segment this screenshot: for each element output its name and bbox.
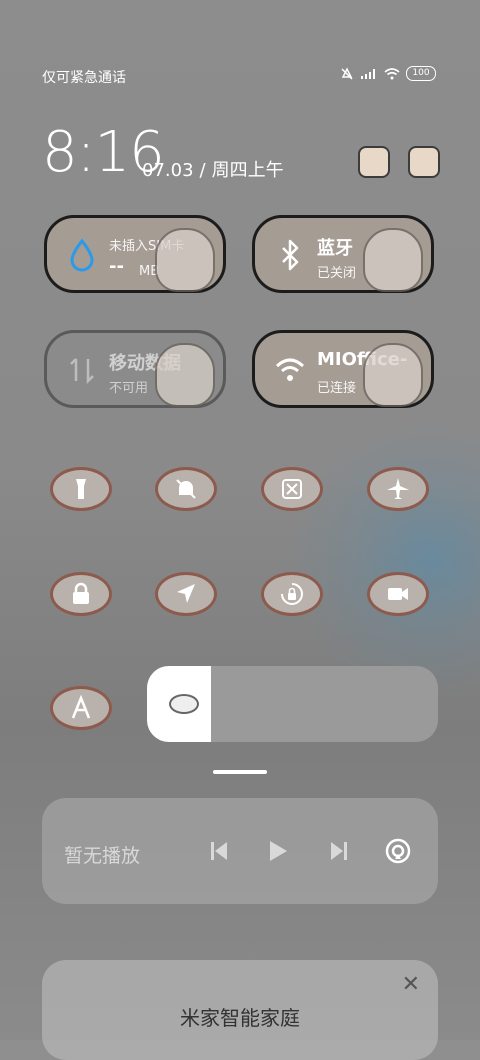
- lock-screen-button[interactable]: [50, 572, 112, 616]
- airplane-icon: [387, 478, 409, 499]
- tile-bluetooth[interactable]: 蓝牙 已关闭: [252, 215, 434, 293]
- media-player: 暂无播放: [42, 798, 438, 904]
- flashlight-icon: [76, 479, 86, 499]
- mute-icon: [341, 66, 353, 80]
- smart-home-title: 米家智能家庭: [180, 1006, 300, 1030]
- close-icon[interactable]: ✕: [402, 972, 420, 997]
- tile-bluetooth-status: 已关闭: [317, 266, 357, 281]
- mobile-data-icon: [65, 353, 99, 387]
- play-icon: [270, 841, 287, 861]
- tile-data-value: --: [109, 256, 124, 277]
- tile-wifi[interactable]: MIOffice- 已连接: [252, 330, 434, 408]
- date-value: 07.03: [142, 160, 194, 181]
- tile-data-usage[interactable]: 未插入SIM卡 -- MB: [44, 215, 226, 293]
- settings-icon[interactable]: [408, 146, 440, 178]
- lock-screen-icon: [73, 582, 89, 604]
- sticker-decoration: [155, 343, 215, 407]
- tile-bluetooth-title: 蓝牙: [317, 238, 353, 259]
- screen-record-icon: [388, 588, 408, 600]
- data-drop-icon: [65, 238, 99, 272]
- wifi-icon: [384, 67, 400, 79]
- screen-record-button[interactable]: [367, 572, 429, 616]
- previous-button[interactable]: [204, 836, 234, 866]
- location-icon: [177, 584, 195, 603]
- cast-button[interactable]: [383, 836, 413, 866]
- brightness-handle-icon[interactable]: [169, 694, 199, 714]
- date-separator: /: [199, 160, 206, 181]
- date-text: 07.03/周四上午: [142, 156, 284, 182]
- status-bar: 仅可紧急通话 100: [42, 66, 436, 88]
- sticker-decoration: [363, 228, 423, 292]
- tile-mobile-data[interactable]: 移动数据 不可用: [44, 330, 226, 408]
- airplane-button[interactable]: [367, 467, 429, 511]
- silent-button[interactable]: [155, 467, 217, 511]
- rotation-lock-button[interactable]: [261, 572, 323, 616]
- tile-mobile-data-status: 不可用: [109, 381, 149, 396]
- previous-icon: [211, 842, 227, 860]
- cast-icon: [385, 838, 411, 864]
- rotation-lock-icon: [281, 583, 303, 605]
- media-status-label: 暂无播放: [64, 845, 141, 867]
- signal-icon: [361, 68, 375, 79]
- status-icons: 100: [340, 66, 436, 81]
- next-button[interactable]: [324, 836, 354, 866]
- battery-icon: 100: [406, 66, 436, 81]
- panel-grabber[interactable]: [213, 770, 267, 774]
- play-button[interactable]: [263, 836, 293, 866]
- sticker-decoration: [155, 228, 215, 292]
- mute-bell-icon: [176, 479, 196, 499]
- carrier-text: 仅可紧急通话: [42, 70, 126, 86]
- tile-wifi-status: 已连接: [317, 381, 357, 396]
- edit-icon[interactable]: [358, 146, 390, 178]
- wifi-icon: [273, 353, 307, 387]
- flashlight-button[interactable]: [50, 467, 112, 511]
- brightness-slider[interactable]: [147, 666, 438, 742]
- auto-brightness-button[interactable]: [50, 686, 112, 730]
- location-button[interactable]: [155, 572, 217, 616]
- weekday-value: 周四上午: [211, 160, 284, 181]
- header-actions: [358, 146, 440, 178]
- bluetooth-icon: [273, 238, 307, 272]
- sticker-decoration: [363, 343, 423, 407]
- auto-brightness-icon: [71, 695, 91, 719]
- next-icon: [331, 842, 347, 860]
- screenshot-button[interactable]: [261, 467, 323, 511]
- screenshot-icon: [282, 479, 302, 499]
- smart-home-card[interactable]: ✕ 米家智能家庭: [42, 960, 438, 1060]
